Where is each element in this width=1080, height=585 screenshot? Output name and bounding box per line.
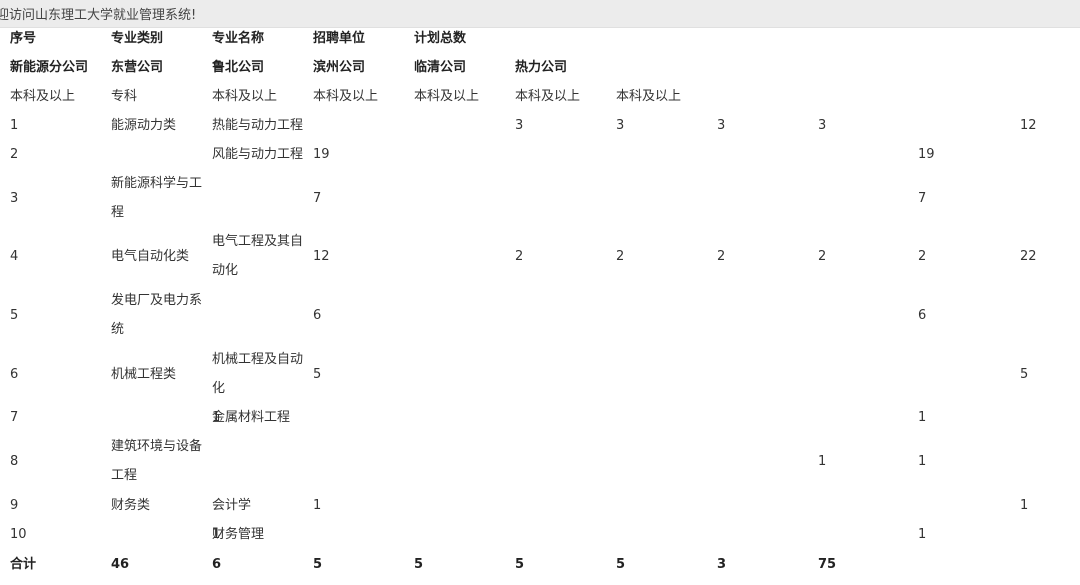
row-seq: 3 [10,190,19,206]
row-major: 新能源科学与工程 [111,176,203,220]
header-category: 专业类别 [111,31,164,46]
row-category: 能源动力类 [111,118,177,133]
degree-requirement: 本科及以上 [10,89,76,104]
row-value: 2 [515,248,524,264]
degree-requirement: 本科及以上 [515,89,581,104]
row-value: 7 [918,190,927,206]
row-value: 5 [313,366,322,382]
header-company: 滨州公司 [313,60,366,75]
row-category: 电气自动化类 [111,248,190,264]
header-company: 东营公司 [111,60,164,75]
header-company: 临清公司 [414,60,467,75]
total-value: 75 [818,557,837,572]
row-value: 1 [918,410,927,425]
row-value: 2 [717,248,726,264]
row-value: 7 [313,190,322,206]
total-label: 合计 [10,557,37,572]
total-value: 46 [111,557,130,572]
row-seq: 10 [10,527,27,542]
row-major: 金属材料工程 [212,410,291,425]
row-value: 6 [918,307,927,323]
row-seq: 5 [10,307,19,323]
row-value: 1 [818,453,827,469]
welcome-text: 迎访问山东理工大学就业管理系统! [0,8,197,23]
row-value: 2 [616,248,625,264]
degree-requirement: 本科及以上 [414,89,480,104]
row-value: 12 [1020,118,1037,133]
row-value: 3 [717,118,726,133]
row-seq: 2 [10,147,19,162]
degree-requirement: 专科 [111,89,138,104]
row-value: 1 [918,527,927,542]
row-seq: 1 [10,118,19,133]
total-value: 5 [515,557,525,572]
row-major: 发电厂及电力系统 [111,293,203,337]
row-value: 2 [818,248,827,264]
row-value: 1 [212,410,221,425]
row-value: 3 [818,118,827,133]
header-company: 鲁北公司 [212,60,265,75]
header-company: 热力公司 [515,60,568,75]
header-major: 专业名称 [212,31,265,46]
row-value: 1 [313,498,322,513]
row-seq: 7 [10,410,19,425]
row-value: 22 [1020,248,1037,264]
row-value: 1 [1020,498,1029,513]
row-category: 机械工程类 [111,366,177,382]
degree-requirement: 本科及以上 [212,89,278,104]
degree-requirement: 本科及以上 [313,89,379,104]
row-seq: 8 [10,453,19,469]
row-value: 6 [313,307,322,323]
total-value: 5 [414,557,424,572]
row-major: 风能与动力工程 [212,147,304,162]
row-value: 3 [515,118,524,133]
row-major: 会计学 [212,498,252,513]
total-value: 5 [616,557,626,572]
row-value: 1 [212,527,221,542]
degree-requirement: 本科及以上 [616,89,682,104]
row-seq: 4 [10,248,19,264]
row-value: 19 [918,147,935,162]
total-value: 6 [212,557,222,572]
header-employer: 招聘单位 [313,31,366,46]
total-value: 5 [313,557,323,572]
header-company: 新能源分公司 [10,60,89,75]
row-seq: 9 [10,498,19,513]
total-value: 3 [717,557,727,572]
row-value: 1 [918,453,927,469]
row-major: 建筑环境与设备工程 [111,439,203,483]
row-value: 12 [313,248,330,264]
header-plan-total: 计划总数 [414,31,467,46]
row-value: 2 [918,248,927,264]
row-value: 19 [313,147,330,162]
row-major: 电气工程及其自动化 [212,234,304,278]
header-seq: 序号 [10,31,37,46]
row-major: 机械工程及自动化 [212,352,304,396]
row-category: 财务类 [111,498,151,513]
row-value: 3 [616,118,625,133]
row-value: 5 [1020,366,1029,382]
row-seq: 6 [10,366,19,382]
row-major: 热能与动力工程 [212,118,304,133]
